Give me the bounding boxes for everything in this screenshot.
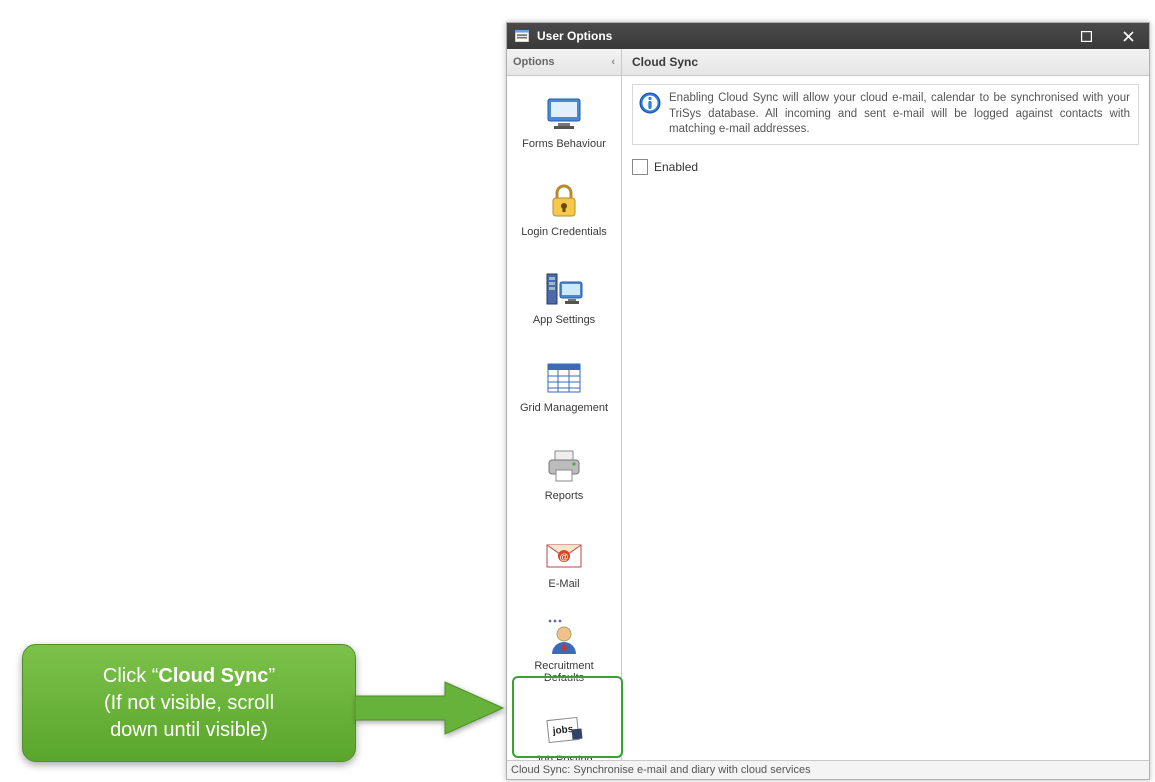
- status-bar: Cloud Sync: Synchronise e-mail and diary…: [507, 760, 1149, 779]
- sidebar-item-app-settings[interactable]: App Settings: [511, 256, 617, 342]
- info-icon: [639, 92, 663, 118]
- content-pane: Cloud Sync Enabling Cloud Sync will allo…: [622, 49, 1149, 760]
- sidebar-item-label: Grid Management: [520, 402, 608, 414]
- sidebar-header-label: Options: [513, 56, 555, 68]
- monitor-form-icon: [542, 94, 586, 134]
- printer-icon: [542, 446, 586, 486]
- app-icon: [513, 29, 531, 43]
- content-header: Cloud Sync: [622, 49, 1149, 76]
- content-body: Enabling Cloud Sync will allow your clou…: [622, 76, 1149, 760]
- server-monitor-icon: [542, 270, 586, 310]
- status-text: Cloud Sync: Synchronise e-mail and diary…: [511, 764, 811, 776]
- enabled-row[interactable]: Enabled: [632, 159, 1139, 175]
- content-title: Cloud Sync: [632, 55, 698, 69]
- padlock-icon: [542, 182, 586, 222]
- close-button[interactable]: [1107, 23, 1149, 49]
- options-sidebar: Options ‹ Forms Behaviour Login Credenti…: [507, 49, 622, 760]
- sidebar-item-login-credentials[interactable]: Login Credentials: [511, 168, 617, 254]
- sidebar-item-label: Forms Behaviour: [522, 138, 606, 150]
- user-options-window: User Options Options ‹ Forms Behaviour: [506, 22, 1150, 780]
- sidebar-item-label: E-Mail: [548, 578, 579, 590]
- enabled-label: Enabled: [654, 160, 698, 174]
- callout-line1: Click “Cloud Sync”: [103, 663, 275, 690]
- envelope-at-icon: @: [542, 534, 586, 574]
- sidebar-item-label: Recruitment Defaults: [514, 660, 614, 684]
- sidebar-item-forms-behaviour[interactable]: Forms Behaviour: [511, 80, 617, 166]
- instruction-callout: Click “Cloud Sync” (If not visible, scro…: [22, 644, 356, 762]
- sidebar-item-reports[interactable]: Reports: [511, 432, 617, 518]
- svg-text:jobs: jobs: [551, 724, 574, 737]
- sidebar-header[interactable]: Options ‹: [507, 49, 621, 76]
- sidebar-item-grid-management[interactable]: Grid Management: [511, 344, 617, 430]
- callout-line3: down until visible): [110, 717, 268, 744]
- sidebar-item-label: Reports: [545, 490, 584, 502]
- window-body: Options ‹ Forms Behaviour Login Credenti…: [507, 49, 1149, 760]
- window-title: User Options: [537, 29, 1065, 43]
- sidebar-items: Forms Behaviour Login Credentials App Se…: [507, 76, 621, 760]
- info-banner: Enabling Cloud Sync will allow your clou…: [632, 84, 1139, 145]
- sidebar-item-job-posting[interactable]: jobs Job Posting: [511, 696, 617, 760]
- enabled-checkbox[interactable]: [632, 159, 648, 175]
- sidebar-item-label: Login Credentials: [521, 226, 607, 238]
- svg-text:@: @: [560, 552, 569, 562]
- sidebar-item-email[interactable]: @ E-Mail: [511, 520, 617, 606]
- jobs-icon: jobs: [542, 710, 586, 750]
- collapse-icon[interactable]: ‹: [611, 56, 615, 68]
- titlebar: User Options: [507, 23, 1149, 49]
- callout-line2: (If not visible, scroll: [104, 690, 274, 717]
- person-icon: [542, 616, 586, 656]
- sidebar-item-recruitment-defaults[interactable]: Recruitment Defaults: [511, 608, 617, 694]
- grid-icon: [542, 358, 586, 398]
- info-text: Enabling Cloud Sync will allow your clou…: [669, 91, 1130, 138]
- maximize-button[interactable]: [1065, 23, 1107, 49]
- callout-arrow-icon: [355, 678, 505, 743]
- sidebar-item-label: App Settings: [533, 314, 595, 326]
